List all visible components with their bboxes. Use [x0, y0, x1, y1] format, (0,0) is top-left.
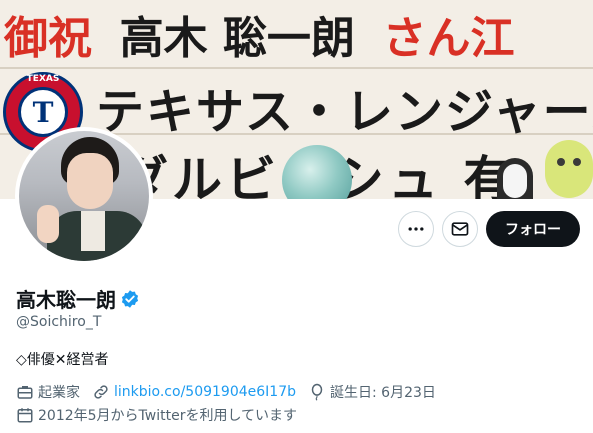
- profession-text: 起業家: [38, 385, 80, 401]
- joined-row: 2012年5月からTwitterを利用しています: [16, 405, 297, 425]
- rangers-logo-letter: T: [32, 96, 54, 129]
- link-item[interactable]: linkbio.co/5091904e6I17b: [92, 383, 296, 401]
- profile-handle: @Soichiro_T: [16, 314, 102, 330]
- profile-link[interactable]: linkbio.co/5091904e6I17b: [114, 384, 296, 400]
- follow-button[interactable]: フォロー: [486, 211, 580, 247]
- avatar-photo: [19, 131, 149, 261]
- banner-line1-prefix: 御祝: [4, 13, 92, 64]
- rangers-logo-inner: T: [18, 87, 68, 137]
- birthday-text: 誕生日: 6月23日: [330, 385, 436, 401]
- banner-line-2: テキサス・レンジャーズ: [96, 84, 593, 140]
- rangers-logo-text: TEXAS: [26, 74, 60, 84]
- banner-line-1: 御祝 高木 聡一朗 さん江: [4, 2, 514, 66]
- briefcase-icon: [17, 386, 33, 399]
- profession-item: 起業家: [16, 382, 80, 402]
- birthday-item: 誕生日: 6月23日: [308, 382, 436, 402]
- verified-badge-icon[interactable]: [120, 289, 140, 309]
- profile-avatar[interactable]: [15, 127, 153, 265]
- envelope-icon: [451, 222, 469, 236]
- profile-meta-row: 起業家 linkbio.co/5091904e6I17b 誕生日: 6月23日: [16, 382, 448, 402]
- calendar-icon: [17, 408, 33, 423]
- link-icon: [94, 385, 108, 399]
- balloon-icon: [311, 383, 323, 401]
- banner-line1-suffix: さん江: [382, 13, 515, 64]
- display-name: 高木聡一朗: [16, 288, 116, 312]
- more-horizontal-icon: [408, 227, 424, 231]
- banner-line1-name: 高木 聡一朗: [119, 13, 355, 64]
- kodama-figure: [545, 140, 593, 198]
- more-button[interactable]: [398, 211, 434, 247]
- profile-bio: ◇俳優✕経営者: [16, 352, 109, 368]
- message-button[interactable]: [442, 211, 478, 247]
- profile-name-row: 高木聡一朗: [16, 284, 140, 313]
- joined-text: 2012年5月からTwitterを利用しています: [38, 408, 298, 424]
- noface-figure: [497, 158, 533, 199]
